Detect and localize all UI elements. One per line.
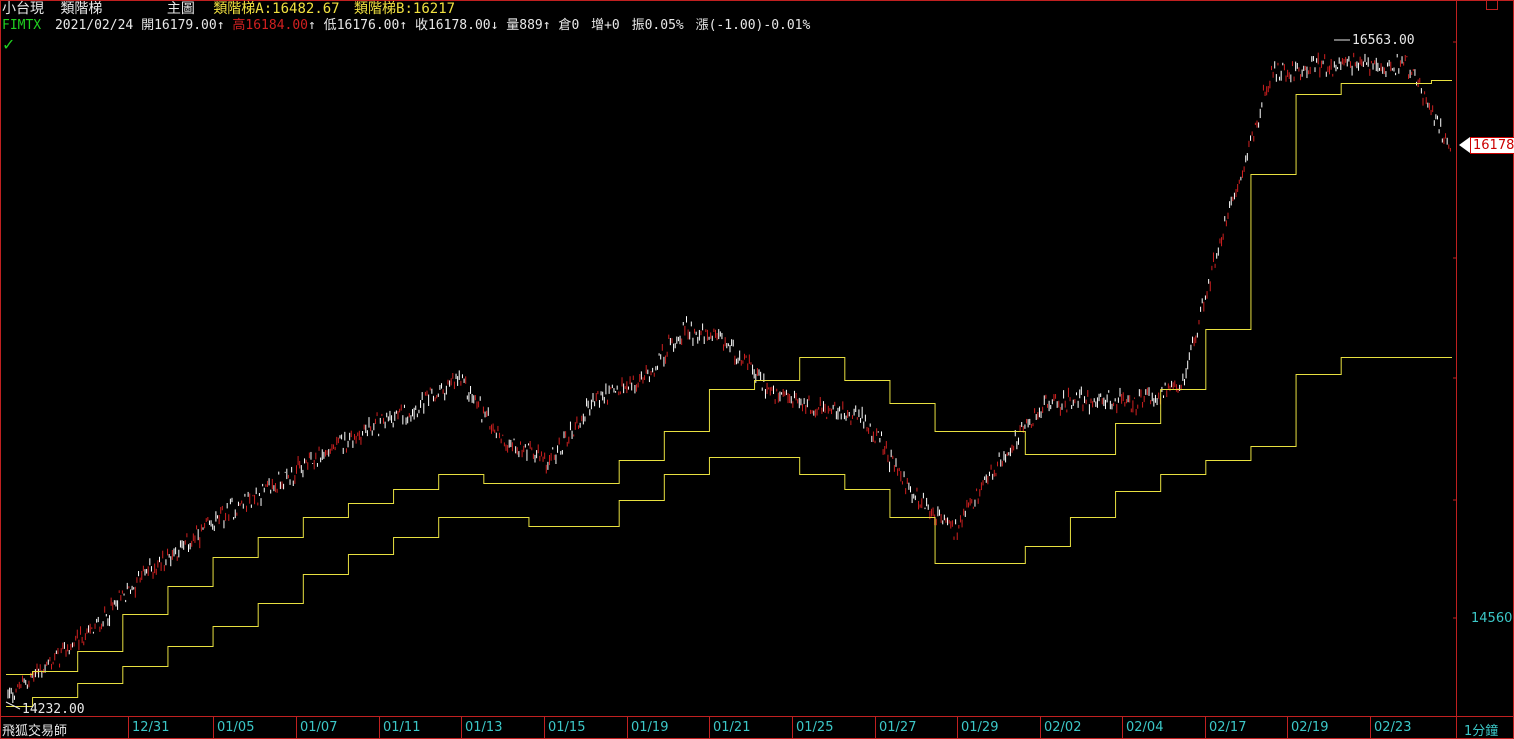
x-tick-label: 12/31 — [132, 720, 170, 735]
low-label: 低 — [323, 18, 337, 33]
min-price-annotation: 14232.00 — [22, 702, 85, 717]
volume-value: 889 — [519, 18, 543, 33]
x-tick-label: 01/05 — [217, 720, 255, 735]
x-tick-label: 02/02 — [1044, 720, 1082, 735]
indicator-a-value: 16482.67 — [272, 1, 340, 17]
quote-date: 2021/02/24 — [54, 18, 134, 33]
open-label: 開 — [141, 18, 155, 33]
x-tick-label: 01/15 — [548, 720, 586, 735]
last-price-tag: 16178 — [1470, 137, 1514, 154]
x-tick-label: 01/27 — [879, 720, 917, 735]
interval-selector[interactable]: 1分鐘 — [1464, 720, 1498, 739]
last-price-pointer-icon — [1459, 137, 1470, 153]
x-tick-label: 01/29 — [961, 720, 999, 735]
low-arrow-icon: ↑ — [399, 18, 408, 33]
indicator-a-label: 類階梯A: — [213, 1, 273, 17]
window-restore-icon[interactable] — [1486, 0, 1498, 10]
x-tick-label: 01/21 — [713, 720, 751, 735]
chart-svg — [0, 0, 1514, 739]
close-arrow-icon: ↓ — [490, 18, 499, 33]
x-tick-label: 01/25 — [796, 720, 834, 735]
instrument-name: 小台現 — [2, 1, 44, 17]
close-value: 16178.00 — [427, 18, 491, 33]
oi-change-label: 增 — [591, 18, 605, 33]
indicator-name: 類階梯 — [60, 1, 103, 17]
volume-arrow-icon: ↑ — [542, 18, 551, 33]
oi-change-value: +0 — [604, 18, 620, 33]
header-row: 小台現 類階梯 主圖 類階梯A:16482.67 類階梯B:16217 — [2, 1, 455, 17]
x-tick-label: 01/07 — [300, 720, 338, 735]
min-annotation-leader — [5, 701, 21, 710]
oi-label: 倉 — [558, 18, 572, 33]
x-tick-label: 02/19 — [1291, 720, 1329, 735]
open-value: 16179.00 — [154, 18, 217, 33]
indicator-b-value: 16217 — [412, 1, 456, 17]
amplitude-label: 振 — [631, 18, 645, 33]
max-price-annotation: 16563.00 — [1352, 33, 1415, 48]
ladder-b-line — [6, 357, 1452, 707]
change-label: 漲 — [695, 18, 709, 33]
x-tick-label: 01/13 — [465, 720, 503, 735]
x-tick-label: 01/19 — [631, 720, 669, 735]
provider-label: 飛狐交易師 — [2, 724, 68, 739]
oi-value: 0 — [571, 18, 580, 33]
low-value: 16176.00 — [336, 18, 400, 33]
checkmark-icon: ✓ — [2, 35, 16, 54]
x-tick-label: 02/17 — [1209, 720, 1247, 735]
quote-row: FIMTX 2021/02/24 開16179.00↑ 高16184.00↑ 低… — [2, 18, 810, 34]
x-tick-label: 02/23 — [1374, 720, 1412, 735]
high-arrow-icon: ↑ — [308, 18, 316, 33]
x-tick-label: 01/11 — [383, 720, 421, 735]
open-arrow-icon: ↑ — [216, 18, 225, 33]
close-label: 收 — [414, 18, 428, 33]
symbol: FIMTX — [2, 18, 42, 33]
volume-label: 量 — [506, 18, 520, 33]
ladder-a-line — [6, 80, 1452, 675]
change-value: (-1.00)-0.01% — [708, 18, 811, 33]
y-tick-label: 14560 — [1471, 611, 1513, 626]
high-label: 高 — [232, 18, 246, 33]
x-tick-label: 02/04 — [1126, 720, 1164, 735]
amplitude-value: 0.05% — [644, 18, 684, 33]
panel-label[interactable]: 主圖 — [167, 1, 195, 17]
indicator-b-label: 類階梯B: — [354, 1, 413, 17]
high-value: 16184.00 — [245, 18, 309, 33]
